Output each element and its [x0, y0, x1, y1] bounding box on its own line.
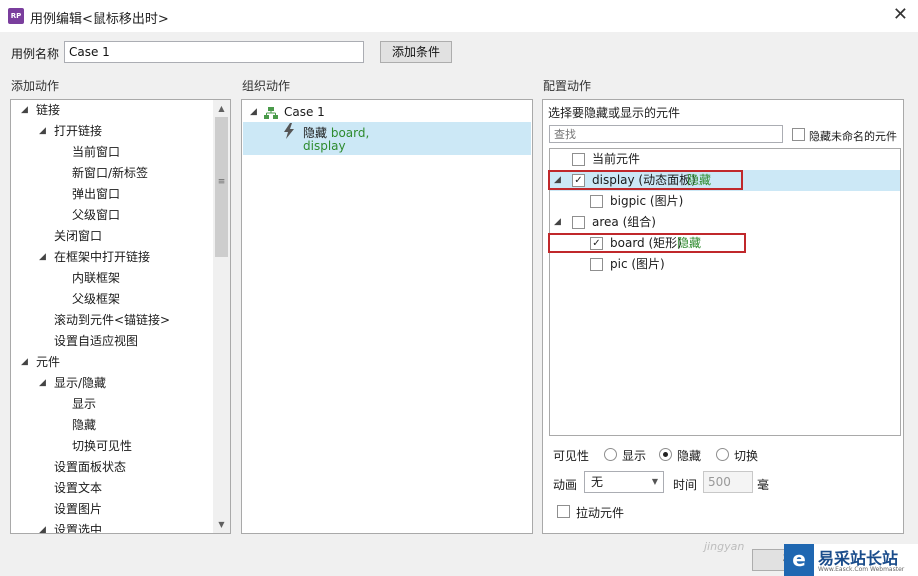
configure-instruction: 选择要隐藏或显示的元件: [548, 106, 681, 120]
organize-action-tree: ◢ Case 1 隐藏 board, display: [241, 99, 533, 534]
highlight-box-display: [548, 170, 743, 190]
lightning-icon: [284, 123, 294, 139]
add-condition-button[interactable]: 添加条件: [380, 41, 452, 63]
selected-action-item[interactable]: 隐藏 board, display: [243, 122, 531, 155]
add-action-heading: 添加动作: [11, 79, 60, 93]
animation-label: 动画: [553, 478, 578, 492]
widget-checkbox[interactable]: [572, 216, 585, 229]
configure-action-panel: 选择要隐藏或显示的元件 隐藏未命名的元件 当前元件 ◢ ✓ display (动…: [542, 99, 904, 534]
window-title: 用例编辑<鼠标移出时>: [30, 12, 169, 27]
widget-row-current[interactable]: 当前元件: [550, 149, 900, 170]
case-label: Case 1: [284, 105, 325, 119]
grip-icon: ≡: [217, 177, 226, 187]
vertical-scrollbar[interactable]: ▲ ≡ ▼: [213, 100, 230, 533]
radio-hide-label: 隐藏: [677, 449, 702, 463]
expanded-triangle-icon[interactable]: ◢: [39, 247, 46, 268]
logo-mark-icon: e: [784, 544, 814, 576]
site-logo: e 易采站长站 Www.Easck.Com Webmaster: [784, 544, 918, 576]
action-verb: 隐藏: [303, 126, 328, 140]
case-tree-icon: [264, 107, 278, 119]
case-editor-dialog: RP 用例编辑<鼠标移出时> ✕ 用例名称 添加条件 添加动作 组织动作 配置动…: [0, 0, 918, 576]
scrollbar-thumb[interactable]: ≡: [215, 117, 228, 257]
widget-checkbox[interactable]: [590, 258, 603, 271]
configure-action-heading: 配置动作: [543, 79, 592, 93]
animation-value: 无: [591, 475, 604, 489]
watermark-text: jingyan: [704, 540, 745, 553]
widget-checkbox[interactable]: [590, 195, 603, 208]
radio-show-label: 显示: [622, 449, 647, 463]
title-bar: RP 用例编辑<鼠标移出时> ✕: [0, 0, 918, 32]
chevron-down-icon: ▼: [651, 477, 658, 486]
scroll-up-arrow-icon[interactable]: ▲: [213, 100, 230, 117]
expanded-triangle-icon[interactable]: ◢: [21, 100, 28, 121]
axure-rp-icon: RP: [8, 8, 24, 24]
radio-hide[interactable]: [659, 448, 672, 461]
duration-unit: 毫: [757, 478, 770, 492]
expanded-triangle-icon[interactable]: ◢: [250, 107, 257, 117]
highlight-box-board: [548, 233, 746, 253]
widget-row-pic[interactable]: pic (图片): [550, 254, 900, 275]
widget-row-area[interactable]: ◢ area (组合): [550, 212, 900, 233]
expanded-triangle-icon[interactable]: ◢: [39, 121, 46, 142]
close-icon[interactable]: ✕: [893, 5, 908, 25]
radio-toggle-label: 切换: [734, 449, 759, 463]
animation-select[interactable]: 无 ▼: [584, 471, 664, 493]
expanded-triangle-icon[interactable]: ◢: [39, 373, 46, 394]
bring-widget-checkbox[interactable]: [557, 505, 570, 518]
widget-tree: 当前元件 ◢ ✓ display (动态面板) 隐藏 bigpic (图片) ◢…: [548, 148, 901, 436]
widget-row-bigpic[interactable]: bigpic (图片): [550, 191, 900, 212]
action-targets: board,: [330, 126, 370, 140]
duration-input[interactable]: 500: [703, 471, 753, 493]
case-name-label: 用例名称: [11, 47, 60, 61]
action-targets-cont: display: [303, 139, 346, 153]
add-action-tree: ◢ 链接 ◢ 打开链接 当前窗口 新窗口/新标签 弹出窗口 父级窗口 关闭窗口 …: [10, 99, 231, 534]
radio-toggle[interactable]: [716, 448, 729, 461]
radio-show[interactable]: [604, 448, 617, 461]
logo-subtext: Www.Easck.Com Webmaster: [818, 566, 905, 573]
hide-unnamed-checkbox[interactable]: [792, 128, 805, 141]
expanded-triangle-icon[interactable]: ◢: [39, 520, 46, 533]
widget-search-input[interactable]: [549, 125, 783, 143]
case-name-input[interactable]: [64, 41, 364, 63]
time-label: 时间: [673, 478, 698, 492]
bring-widget-label: 拉动元件: [576, 506, 625, 520]
visibility-label: 可见性: [553, 449, 590, 463]
widget-checkbox[interactable]: [572, 153, 585, 166]
hide-unnamed-label: 隐藏未命名的元件: [809, 130, 897, 143]
expanded-triangle-icon[interactable]: ◢: [554, 212, 561, 233]
expanded-triangle-icon[interactable]: ◢: [21, 352, 28, 373]
organize-action-heading: 组织动作: [242, 79, 291, 93]
scroll-down-arrow-icon[interactable]: ▼: [213, 516, 230, 533]
